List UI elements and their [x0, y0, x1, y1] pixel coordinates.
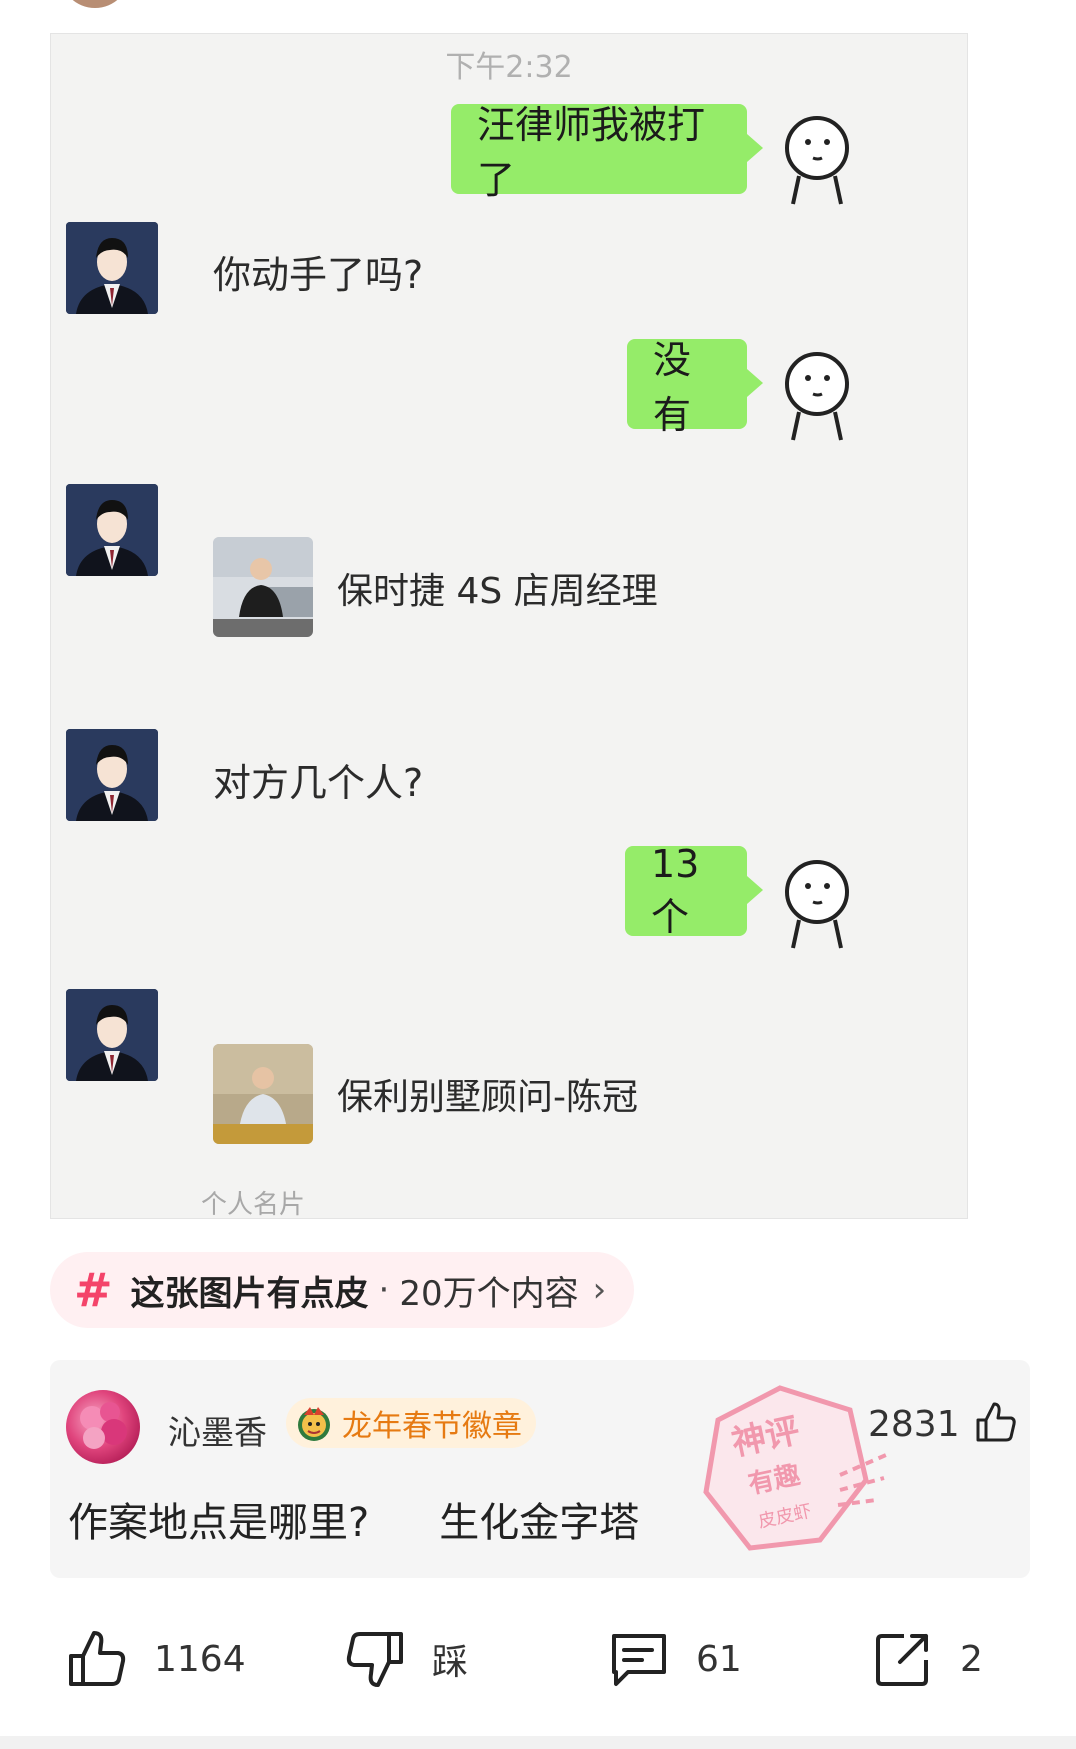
commenter-username[interactable]: 沁墨香: [168, 1406, 267, 1454]
sent-bubble: 没有: [627, 338, 763, 437]
dislike-label: 踩: [432, 1642, 469, 1683]
card-photo: [213, 537, 313, 637]
stick-figure-avatar: [785, 116, 849, 205]
comment-text: 作案地点是哪里? 生化金字塔: [68, 1490, 639, 1548]
sent-bubble: 13个: [625, 842, 763, 939]
topic-title: 这张图片有点皮: [130, 1273, 369, 1314]
thumbs-up-icon: [69, 1631, 126, 1686]
comment-text-question: 作案地点是哪里?: [68, 1500, 370, 1546]
comment-text-answer: 生化金字塔: [439, 1500, 640, 1546]
flower-avatar-icon: [80, 1402, 127, 1449]
sent-bubble: 汪律师我被打了: [451, 103, 763, 202]
received-text: 对方几个人?: [213, 761, 424, 805]
chat-time: 下午2:32: [445, 50, 573, 85]
topic-separator: ·: [378, 1270, 390, 1310]
share-icon: [876, 1634, 928, 1686]
like-count: 1164: [154, 1638, 246, 1680]
sent-text: 13个: [651, 841, 700, 939]
share-count: 2: [960, 1638, 983, 1680]
topic-tag[interactable]: # 这张图片有点皮 · 20万个内容 ›: [50, 1252, 635, 1328]
badge-label: 龙年春节徽章: [342, 1409, 522, 1444]
commenter-avatar[interactable]: [66, 1390, 140, 1464]
bottom-divider: [0, 1736, 1076, 1749]
post-action-bar: 1164 踩 61 2: [0, 1620, 1076, 1710]
stick-figure-avatar: [785, 352, 849, 441]
thumbs-down-icon: [346, 1632, 403, 1687]
person-photo-icon: [213, 1044, 313, 1144]
chevron-right-icon: ›: [592, 1270, 607, 1310]
comment-bubble-icon: [612, 1634, 666, 1686]
dragon-badge-icon: [298, 1407, 330, 1441]
chat-screenshot-image[interactable]: 下午2:32 汪律师我被打了 你动手了吗? 没有 保时捷 4S 店周经理 对方几…: [50, 33, 968, 1219]
comment-count: 61: [696, 1638, 742, 1680]
lawyer-avatar-icon: [66, 729, 158, 821]
author-avatar[interactable]: [60, 0, 130, 8]
lawyer-avatar: [66, 989, 158, 1081]
card-contact-name: 保时捷 4S 店周经理: [337, 571, 658, 612]
stick-figure-avatar: [785, 860, 849, 949]
thumbs-up-icon[interactable]: [974, 1400, 1018, 1444]
share-button[interactable]: 2: [872, 1628, 983, 1690]
topic-content-count: 20万个内容: [399, 1273, 579, 1314]
sent-text: 没有: [653, 338, 692, 437]
lawyer-avatar: [66, 222, 158, 314]
sent-text: 汪律师我被打了: [477, 103, 706, 202]
lawyer-avatar-icon: [66, 989, 158, 1081]
lawyer-avatar: [66, 729, 158, 821]
lawyer-avatar-icon: [66, 484, 158, 576]
received-text: 你动手了吗?: [213, 253, 424, 297]
comment-button[interactable]: 61: [608, 1628, 742, 1690]
person-photo-icon: [213, 537, 313, 637]
god-comment-stamp-icon: 神评 有趣 皮皮虾: [703, 1385, 887, 1551]
dislike-button[interactable]: 踩: [344, 1628, 468, 1690]
card-contact-name: 保利别墅顾问-陈冠: [337, 1077, 638, 1118]
festival-badge[interactable]: 龙年春节徽章: [286, 1398, 536, 1448]
card-photo: [213, 1044, 313, 1144]
hashtag-icon: #: [74, 1263, 113, 1317]
card-type-label: 个人名片: [201, 1190, 306, 1219]
lawyer-avatar: [66, 484, 158, 576]
lawyer-avatar-icon: [66, 222, 158, 314]
like-button[interactable]: 1164: [66, 1628, 246, 1690]
